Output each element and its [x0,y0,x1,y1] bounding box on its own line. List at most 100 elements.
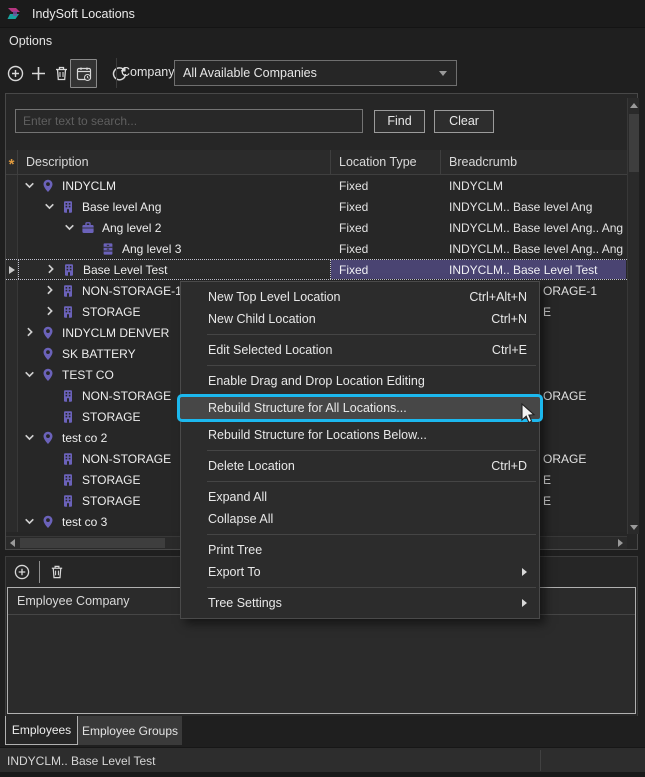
vertical-scrollbar[interactable] [627,98,639,534]
breadcrumb-value: INDYCLM.. Base level Ang.. Ang leve [449,221,626,235]
chevron-down-icon[interactable] [23,179,36,192]
table-row[interactable]: Base level Ang Fixed INDYCLM.. Base level … [6,196,627,217]
company-dropdown[interactable]: All Available Companies [174,60,457,86]
column-header-description[interactable]: Description [18,150,331,174]
scroll-right-button[interactable] [614,537,627,549]
find-button[interactable]: Find [374,110,425,133]
scrollbar-thumb[interactable] [20,538,165,548]
add-circle-icon[interactable] [7,65,24,82]
menu-item[interactable]: Tree Settings [181,592,539,614]
menu-item[interactable]: Delete LocationCtrl+D [181,455,539,477]
chevron-right-icon[interactable] [43,305,56,318]
breadcrumb-cell: INDYCLM [441,175,626,196]
table-row[interactable]: INDYCLMFixedINDYCLM [6,175,627,196]
add-circle-icon[interactable] [14,564,30,580]
trash-icon[interactable] [49,564,65,580]
employee-toolbar [6,557,65,587]
row-indicator [6,280,18,301]
location-type-cell: Fixed [331,260,441,279]
location-label: NON-STORAGE-1 [82,284,182,298]
row-indicator [6,343,18,364]
breadcrumb-cell: INDYCLM.. Base level Ang.. Ang leve [441,238,626,259]
description-cell[interactable]: INDYCLM [18,175,331,196]
row-indicator [6,448,18,469]
menu-item[interactable]: Export To [181,561,539,583]
column-header-employee-company[interactable]: Employee Company [8,594,130,608]
chevron-down-icon[interactable] [63,221,76,234]
chevron-down-icon[interactable] [23,515,36,528]
description-cell[interactable]: Base level Ang [18,196,331,217]
location-type-cell: Fixed [331,238,441,259]
table-row[interactable]: Ang level 2 Fixed INDYCLM.. Base level Ang… [6,217,627,238]
menu-item[interactable]: Edit Selected LocationCtrl+E [181,339,539,361]
menu-item[interactable]: Rebuild Structure for Locations Below... [181,424,539,446]
options-menu[interactable]: Options [0,31,61,51]
clear-button[interactable]: Clear [434,110,494,133]
trash-icon[interactable] [53,65,70,82]
chevron-down-icon[interactable] [23,368,36,381]
description-cell[interactable]: Base Level Test [18,260,331,279]
chevron-down-icon[interactable] [23,431,36,444]
menu-item-shortcut: Ctrl+N [491,312,527,326]
app-logo-icon [6,6,24,21]
menu-item-label: Tree Settings [208,596,514,610]
tab-employees[interactable]: Employees [5,716,78,745]
chevron-down-icon[interactable] [43,200,56,213]
breadcrumb-value: INDYCLM.. Base level Ang [449,200,592,214]
location-label: INDYCLM [62,179,116,193]
menu-separator [207,481,536,482]
chevron-right-icon[interactable] [23,326,36,339]
scroll-left-button[interactable] [6,537,19,549]
menu-item[interactable]: Print Tree [181,539,539,561]
window-title: IndySoft Locations [32,7,135,21]
pin-icon [41,326,55,340]
building-icon [61,200,75,214]
column-header-breadcrumb[interactable]: Breadcrumb [441,150,626,174]
location-type-cell: Fixed [331,217,441,238]
menu-separator [207,587,536,588]
description-cell[interactable]: Ang level 3 [18,238,331,259]
breadcrumb-value: ORAGE-1 [543,280,597,301]
calendar-button[interactable] [70,59,97,88]
breadcrumb-cell: INDYCLM.. Base level Ang.. Ang leve [441,217,626,238]
pin-icon [41,431,55,445]
location-label: STORAGE [82,410,140,424]
search-input[interactable] [15,109,363,133]
plus-icon[interactable] [30,65,47,82]
location-type-value: Fixed [339,200,368,214]
row-indicator [6,217,18,238]
table-row[interactable]: Base Level TestFixedINDYCLM.. Base Level… [6,259,627,280]
window-edge [0,772,645,777]
row-indicator [6,238,18,259]
row-indicator [6,427,18,448]
chevron-right-icon[interactable] [44,263,57,276]
table-row[interactable]: Ang level 3FixedINDYCLM.. Base level Ang… [6,238,627,259]
chevron-right-icon[interactable] [43,284,56,297]
menu-item[interactable]: Expand All [181,486,539,508]
location-label: test co 3 [62,515,107,529]
scroll-down-button[interactable] [628,520,640,534]
scrollbar-thumb[interactable] [629,114,639,172]
scroll-up-button[interactable] [628,98,640,112]
briefcase-icon [81,221,95,235]
tab-employee-groups[interactable]: Employee Groups [78,716,182,745]
row-indicator [6,469,18,490]
menu-item-label: Delete Location [208,459,491,473]
building-icon [61,410,75,424]
menu-item[interactable]: Collapse All [181,508,539,530]
menu-item[interactable]: Enable Drag and Drop Location Editing [181,370,539,392]
menu-item[interactable]: New Top Level LocationCtrl+Alt+N [181,286,539,308]
menu-item[interactable]: Rebuild Structure for All Locations... [177,394,543,422]
company-label: Company [121,65,175,79]
location-label: Base level Ang [82,200,161,214]
toolbar-separator [116,58,117,88]
breadcrumb-value: E [543,469,551,490]
location-type-value: Fixed [339,221,368,235]
menu-item-label: Edit Selected Location [208,343,492,357]
column-header-location-type[interactable]: Location Type [331,150,441,174]
menu-item-label: Rebuild Structure for Locations Below... [208,428,527,442]
status-breadcrumb-text: INDYCLM.. Base Level Test [0,754,156,768]
menu-separator [207,534,536,535]
description-cell[interactable]: Ang level 2 [18,217,331,238]
menu-item[interactable]: New Child LocationCtrl+N [181,308,539,330]
